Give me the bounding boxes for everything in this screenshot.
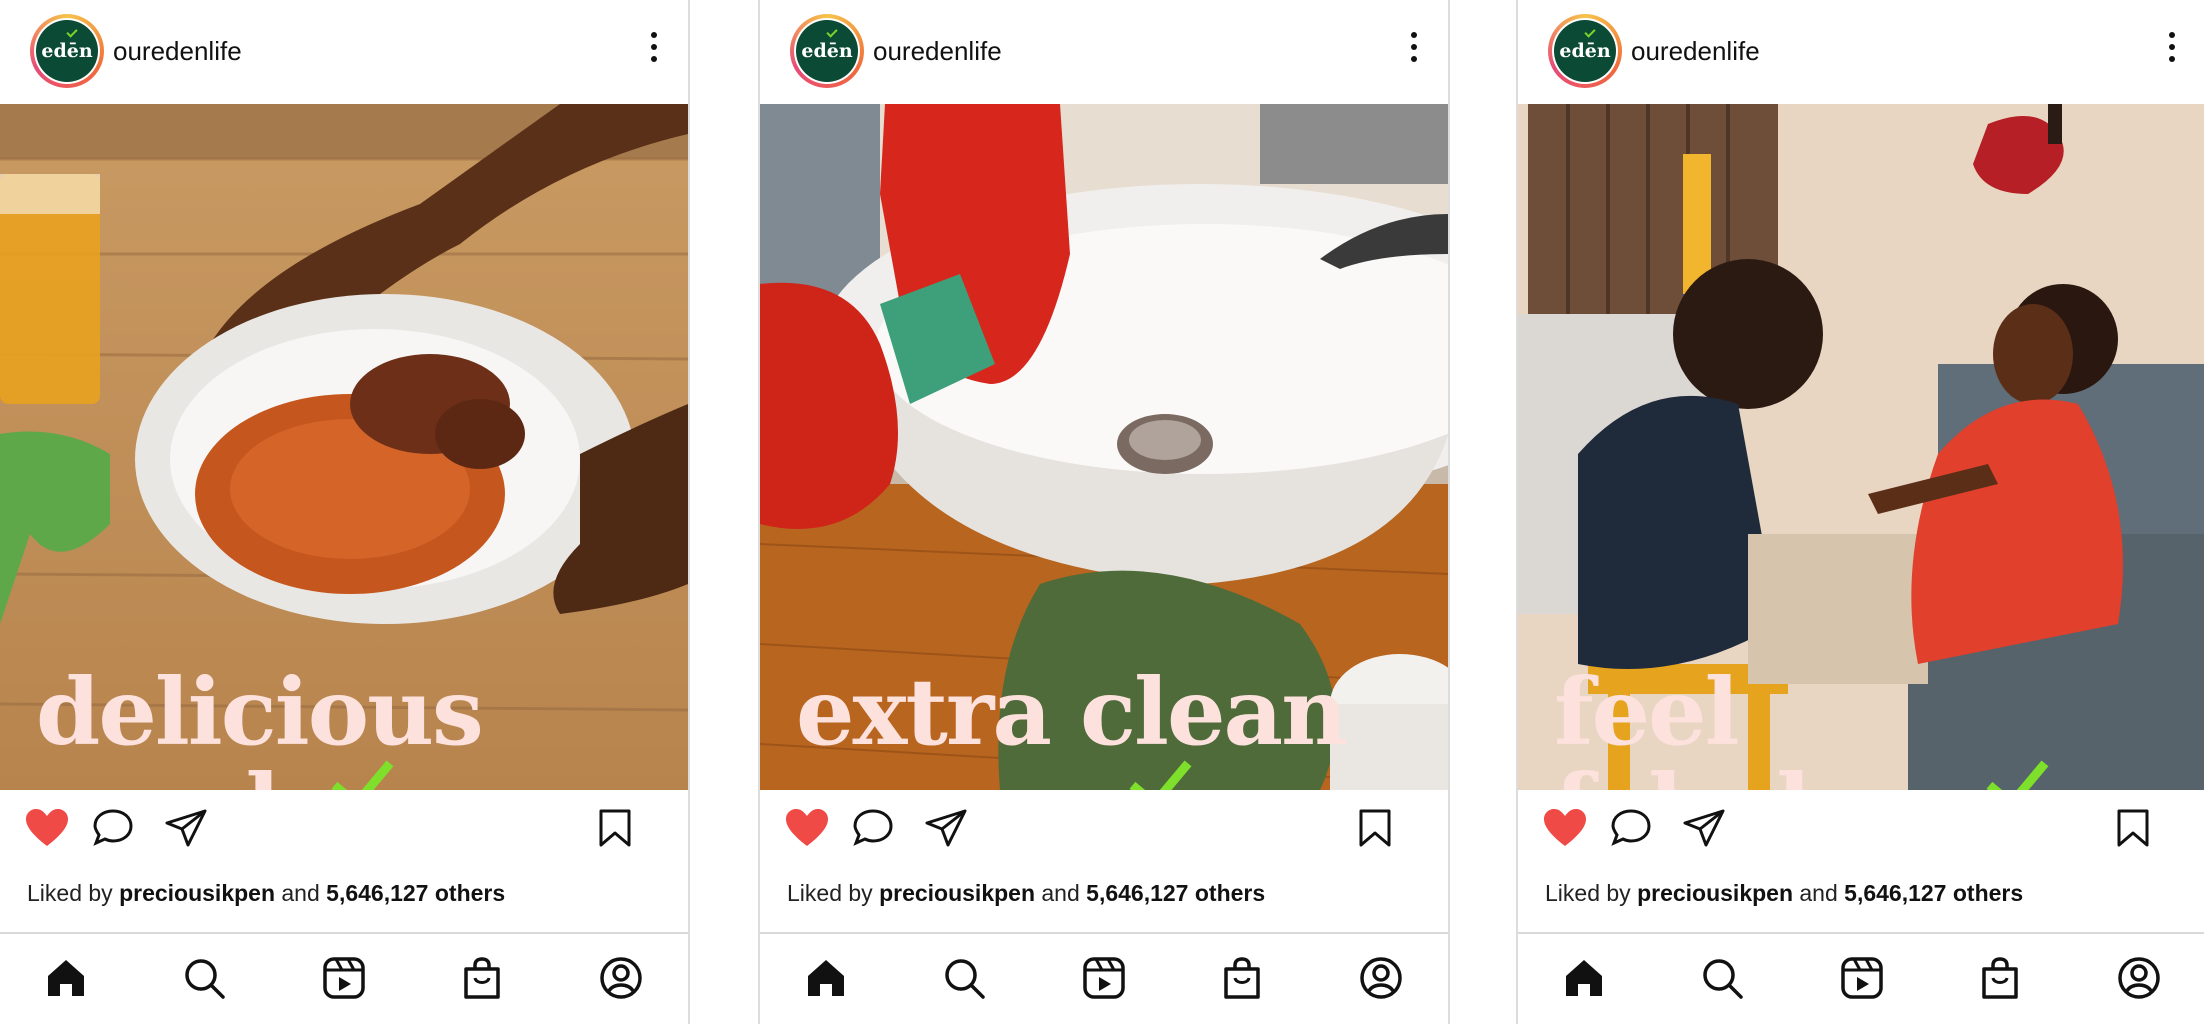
post-card-2: edēn ouredenlife extra clean Liked by pr…: [758, 0, 1450, 1024]
more-options-icon[interactable]: [2168, 32, 2176, 62]
overlay-line-2: spaces: [796, 754, 1128, 790]
liked-by-user[interactable]: preciousikpen: [119, 880, 275, 906]
post-header: edēn ouredenlife: [0, 0, 688, 104]
profile-icon[interactable]: [2117, 956, 2161, 1000]
likes-count[interactable]: 5,646,127 others: [1086, 880, 1265, 906]
username[interactable]: ouredenlife: [873, 36, 1002, 67]
overlay-line-2: fabulous: [1554, 754, 1985, 790]
home-icon[interactable]: [804, 956, 848, 1000]
profile-icon[interactable]: [1359, 956, 1403, 1000]
post-actions: [1518, 790, 2204, 870]
post-image[interactable]: feel fabulous: [1518, 104, 2204, 790]
shop-icon[interactable]: [1978, 956, 2022, 1000]
post-image[interactable]: extra clean spaces: [760, 104, 1448, 790]
likes-summary: Liked by preciousikpen and 5,646,127 oth…: [27, 880, 506, 906]
overlay-caption: feel fabulous: [1554, 658, 2049, 790]
search-icon[interactable]: [1700, 956, 1744, 1000]
eden-logo: edēn: [36, 20, 98, 82]
overlay-caption: extra clean spaces: [796, 658, 1348, 790]
post-header: edēn ouredenlife: [1518, 0, 2204, 104]
username[interactable]: ouredenlife: [1631, 36, 1760, 67]
share-icon[interactable]: [924, 808, 968, 848]
share-icon[interactable]: [164, 808, 208, 848]
overlay-line-1: delicious: [36, 658, 484, 766]
reels-icon[interactable]: [1082, 956, 1126, 1000]
avatar[interactable]: edēn: [790, 14, 864, 88]
shop-icon[interactable]: [460, 956, 504, 1000]
eden-logo: edēn: [796, 20, 858, 82]
check-mark-icon: [1584, 26, 1596, 38]
heart-icon[interactable]: [1542, 808, 1588, 848]
likes-count[interactable]: 5,646,127 others: [1844, 880, 2023, 906]
liked-by-user[interactable]: preciousikpen: [1637, 880, 1793, 906]
eden-logo: edēn: [1554, 20, 1616, 82]
home-icon[interactable]: [1562, 956, 1606, 1000]
post-card-1: edēn ouredenlife delicious Liked by prec…: [0, 0, 690, 1024]
more-options-icon[interactable]: [1410, 32, 1418, 62]
more-options-icon[interactable]: [650, 32, 658, 62]
profile-icon[interactable]: [599, 956, 643, 1000]
search-icon[interactable]: [182, 956, 226, 1000]
bottom-nav: [760, 934, 1448, 1024]
bookmark-icon[interactable]: [2116, 808, 2150, 848]
overlay-caption: delicious meals: [36, 658, 484, 790]
heart-icon[interactable]: [784, 808, 830, 848]
check-mark-icon: [66, 26, 78, 38]
liked-by-user[interactable]: preciousikpen: [879, 880, 1035, 906]
shop-icon[interactable]: [1220, 956, 1264, 1000]
comment-icon[interactable]: [852, 808, 894, 848]
likes-summary: Liked by preciousikpen and 5,646,127 oth…: [787, 880, 1266, 906]
likes-count[interactable]: 5,646,127 others: [326, 880, 505, 906]
bookmark-icon[interactable]: [598, 808, 632, 848]
post-card-3: edēn ouredenlife feel Liked by preciousi…: [1516, 0, 2204, 1024]
post-image[interactable]: delicious meals: [0, 104, 688, 790]
bookmark-icon[interactable]: [1358, 808, 1392, 848]
overlay-line-1: feel: [1554, 658, 1740, 766]
likes-summary: Liked by preciousikpen and 5,646,127 oth…: [1545, 880, 2024, 906]
reels-icon[interactable]: [1840, 956, 1884, 1000]
post-actions: [760, 790, 1448, 870]
bottom-nav: [0, 934, 688, 1024]
post-actions: [0, 790, 688, 870]
comment-icon[interactable]: [1610, 808, 1652, 848]
overlay-line-1: extra clean: [796, 658, 1348, 766]
reels-icon[interactable]: [322, 956, 366, 1000]
comment-icon[interactable]: [92, 808, 134, 848]
share-icon[interactable]: [1682, 808, 1726, 848]
home-icon[interactable]: [44, 956, 88, 1000]
username[interactable]: ouredenlife: [113, 36, 242, 67]
post-header: edēn ouredenlife: [760, 0, 1448, 104]
search-icon[interactable]: [942, 956, 986, 1000]
avatar[interactable]: edēn: [1548, 14, 1622, 88]
overlay-line-2: meals: [36, 754, 330, 790]
bottom-nav: [1518, 934, 2204, 1024]
check-mark-icon: [826, 26, 838, 38]
heart-icon[interactable]: [24, 808, 70, 848]
avatar[interactable]: edēn: [30, 14, 104, 88]
